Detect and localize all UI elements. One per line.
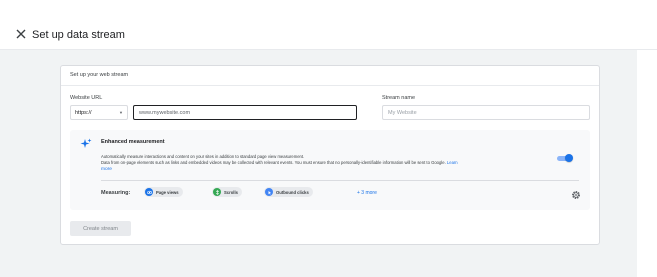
toggle-knob (565, 154, 573, 162)
stream-name-label: Stream name (382, 95, 416, 101)
gear-icon[interactable] (571, 187, 581, 200)
learn-more-link-continued[interactable]: more (101, 167, 112, 172)
stream-name-input[interactable]: My Website (382, 105, 590, 120)
enhanced-description-text: Data from on-page elements such as links… (101, 160, 446, 165)
enhanced-description-line1: Automatically measure interactions and c… (101, 154, 305, 159)
create-stream-button[interactable]: Create stream (70, 221, 131, 236)
eye-icon (145, 188, 153, 196)
sparkle-icon (80, 137, 92, 149)
stream-name-placeholder: My Website (388, 109, 417, 116)
chip-label: Scrolls (224, 189, 238, 195)
chip-label: Outbound clicks (276, 189, 309, 195)
chip-outbound-clicks: Outbound clicks (264, 187, 313, 197)
chip-page-views: Page views (144, 187, 183, 197)
more-measurements-link[interactable]: + 3 more (357, 190, 377, 196)
close-icon[interactable] (14, 27, 28, 41)
page-title: Set up data stream (32, 29, 125, 41)
enhanced-measurement-title: Enhanced measurement (101, 139, 165, 145)
cursor-click-icon (265, 188, 273, 196)
website-url-placeholder: www.mywebsite.com (139, 109, 191, 116)
chevron-down-icon: ▼ (119, 110, 123, 115)
website-url-input[interactable]: www.mywebsite.com (133, 105, 357, 120)
learn-more-link[interactable]: Learn (447, 160, 458, 165)
protocol-value: https:// (75, 109, 92, 116)
chip-scrolls: Scrolls (212, 187, 242, 197)
enhanced-measurement-panel: Enhanced measurement Automatically measu… (70, 130, 590, 210)
divider (101, 180, 579, 181)
enhanced-description-line2: Data from on-page elements such as links… (101, 160, 458, 165)
web-stream-card: Set up your web stream Website URL https… (60, 65, 600, 245)
top-bar: Set up data stream (0, 0, 657, 50)
enhanced-measurement-toggle[interactable] (557, 154, 573, 162)
protocol-select[interactable]: https:// ▼ (70, 105, 128, 120)
chip-label: Page views (156, 189, 179, 195)
measuring-label: Measuring: (101, 190, 131, 196)
website-url-label: Website URL (70, 95, 103, 101)
card-title: Set up your web stream (61, 66, 599, 86)
content-area: Set up your web stream Website URL https… (0, 50, 637, 277)
scroll-icon (213, 188, 221, 196)
